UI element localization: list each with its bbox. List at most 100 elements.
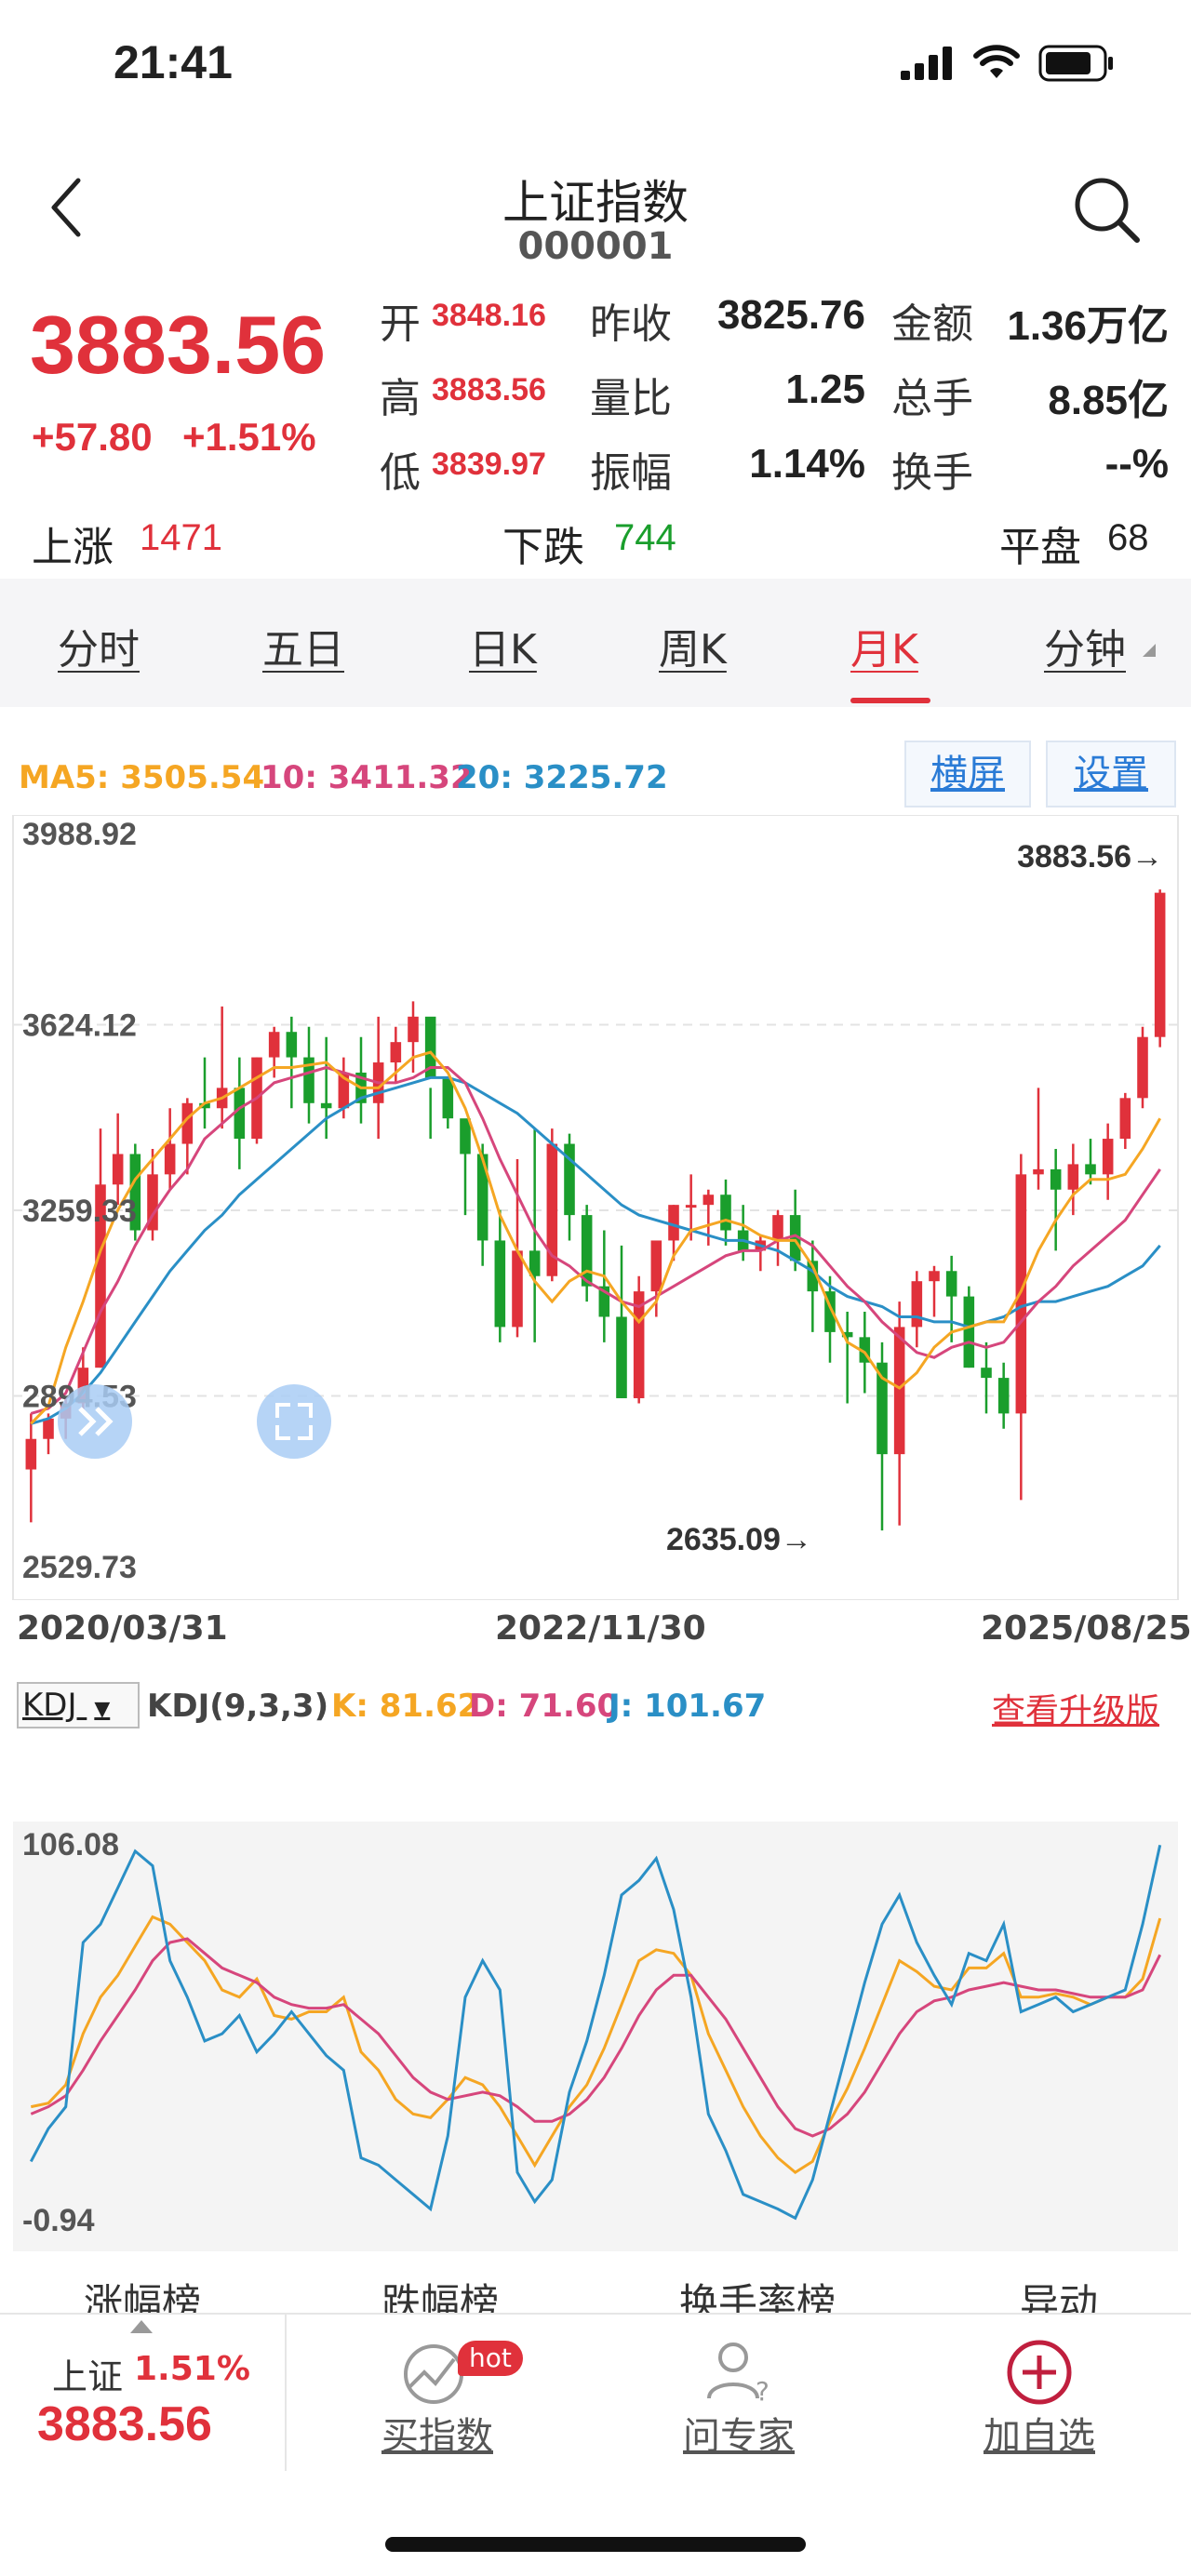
price-change: +57.80 <box>32 415 153 459</box>
add-watchlist-button[interactable]: 加自选 <box>890 2315 1188 2460</box>
signal-icon <box>901 47 952 80</box>
buy-index-label: 买指数 <box>381 2415 493 2458</box>
current-price: 3883.56 <box>30 299 327 391</box>
stat-label-amplitude: 振幅 <box>590 449 672 497</box>
candle-body <box>945 1271 957 1297</box>
stat-value-amount: 1.36万亿 <box>1007 303 1169 349</box>
ma10-legend: 10: 3411.32 <box>261 759 473 796</box>
high-annotation: 3883.56→ <box>1017 839 1163 874</box>
kdj-j-value: J: 101.67 <box>609 1688 767 1725</box>
settings-button[interactable]: 设置 <box>1046 741 1176 808</box>
tab-monthly-k[interactable]: 月K <box>850 616 918 675</box>
upgrade-link[interactable]: 查看升级版 <box>992 1684 1159 1732</box>
quote-panel: 3883.56 +57.80 +1.51% 开 3848.16 昨收 3825.… <box>0 279 1191 577</box>
tab-turnover-rank[interactable]: 换手率榜 <box>679 2272 836 2316</box>
breadth-down-label: 下跌 <box>502 524 584 571</box>
chart-frame <box>12 815 1179 1600</box>
index-ticker[interactable]: 上证 1.51% 3883.56 <box>0 2315 285 2473</box>
y-tick-label: 3259.33 <box>22 1194 137 1229</box>
wifi-icon <box>973 45 1020 78</box>
breadth-up-count: 1471 <box>140 517 222 558</box>
tab-five-day[interactable]: 五日 <box>262 616 344 675</box>
hot-badge: hot <box>458 2341 523 2376</box>
ma20-legend: 20: 3225.72 <box>456 759 668 796</box>
candle-body <box>1102 1139 1114 1175</box>
tab-top-losers[interactable]: 跌幅榜 <box>381 2272 499 2316</box>
stat-label-volume-ratio: 量比 <box>590 375 672 422</box>
candle-body <box>390 1042 402 1063</box>
candle-body <box>893 1327 905 1455</box>
candle-body <box>408 1016 419 1043</box>
kdj-background <box>13 1822 1178 2251</box>
candle-body <box>494 1240 506 1328</box>
candle-body <box>720 1195 731 1231</box>
fullscreen-button[interactable] <box>257 1384 331 1459</box>
y-tick-label: 2529.73 <box>22 1550 137 1585</box>
tab-unusual-moves[interactable]: 异动 <box>1020 2272 1098 2316</box>
scroll-forward-button[interactable] <box>58 1384 132 1459</box>
ranking-tabs: 涨幅榜 跌幅榜 换手率榜 异动 <box>0 2251 1191 2316</box>
candle-body <box>1033 1168 1044 1175</box>
tab-minute[interactable]: 分钟 <box>1044 616 1126 675</box>
stat-value-open: 3848.16 <box>432 298 546 333</box>
kdj-params: KDJ(9,3,3) <box>147 1688 329 1725</box>
stat-value-volume-ratio: 1.25 <box>785 367 865 412</box>
candle-body <box>911 1281 923 1328</box>
candle-body <box>1137 1036 1148 1099</box>
status-time: 21:41 <box>114 36 233 88</box>
page-title: 上证指数 <box>502 176 689 230</box>
candle-body <box>512 1250 523 1328</box>
candle-body <box>1119 1098 1131 1140</box>
candle-body <box>164 1143 176 1175</box>
breadth-down-count: 744 <box>614 517 676 558</box>
tab-intraday[interactable]: 分时 <box>58 616 140 675</box>
candlestick-chart[interactable]: 3988.923624.123259.332894.532529.733883.… <box>0 815 1191 1600</box>
stat-value-high: 3883.56 <box>432 372 546 407</box>
chart-area: MA5: 3505.54 10: 3411.32 20: 3225.72 横屏 … <box>0 707 1191 2251</box>
period-tabs: 分时 五日 日K 周K 月K 分钟 <box>0 579 1191 707</box>
stat-label-high: 高 <box>380 375 421 422</box>
tab-weekly-k[interactable]: 周K <box>659 616 727 675</box>
y-tick-label: 3624.12 <box>22 1008 137 1044</box>
stat-label-low: 低 <box>380 449 421 497</box>
ticker-pct: 1.51% <box>134 2350 250 2388</box>
low-annotation: 2635.09→ <box>666 1522 812 1557</box>
candle-body <box>1154 892 1166 1037</box>
svg-text:?: ? <box>756 2376 769 2406</box>
add-watchlist-label: 加自选 <box>984 2415 1095 2458</box>
battery-icon <box>1038 45 1113 82</box>
candle-body <box>442 1077 454 1119</box>
kdj-selector-label: KDJ <box>22 1687 77 1724</box>
landscape-button[interactable]: 横屏 <box>904 741 1031 808</box>
kdj-k-value: K: 81.62 <box>331 1688 480 1725</box>
candle-body <box>268 1032 280 1058</box>
price-change-pct: +1.51% <box>182 415 316 459</box>
candle-body <box>43 1418 54 1439</box>
kdj-selector[interactable]: KDJ ▼ <box>17 1682 140 1728</box>
kdj-chart[interactable]: 106.08 -0.94 <box>0 1822 1191 2251</box>
candle-body <box>25 1438 37 1470</box>
caret-down-icon <box>1143 644 1156 657</box>
tab-top-gainers[interactable]: 涨幅榜 <box>84 2272 201 2316</box>
tab-daily-k[interactable]: 日K <box>469 616 537 675</box>
search-icon[interactable] <box>1072 175 1143 246</box>
stock-code: 000001 <box>517 225 674 268</box>
y-tick-label: 3988.92 <box>22 817 137 852</box>
active-tab-indicator <box>850 698 930 703</box>
breadth-flat-count: 68 <box>1107 517 1149 558</box>
candle-body <box>963 1296 975 1368</box>
candle-body <box>320 1102 332 1109</box>
x-tick-end: 2025/08/25 <box>981 1609 1191 1648</box>
kdj-y-tick-max: 106.08 <box>22 1827 119 1862</box>
ma5-legend: MA5: 3505.54 <box>19 759 265 796</box>
stat-value-turnover: --% <box>1104 441 1169 487</box>
candle-body <box>460 1118 471 1155</box>
buy-index-button[interactable]: hot 买指数 <box>288 2315 586 2460</box>
candle-body <box>112 1154 124 1185</box>
candle-body <box>1067 1164 1079 1190</box>
home-indicator <box>385 2537 806 2552</box>
stat-value-amplitude: 1.14% <box>749 441 865 487</box>
ask-expert-label: 问专家 <box>683 2415 795 2458</box>
ask-expert-button[interactable]: ? 问专家 <box>590 2315 888 2460</box>
breadth-flat-label: 平盘 <box>999 524 1081 571</box>
